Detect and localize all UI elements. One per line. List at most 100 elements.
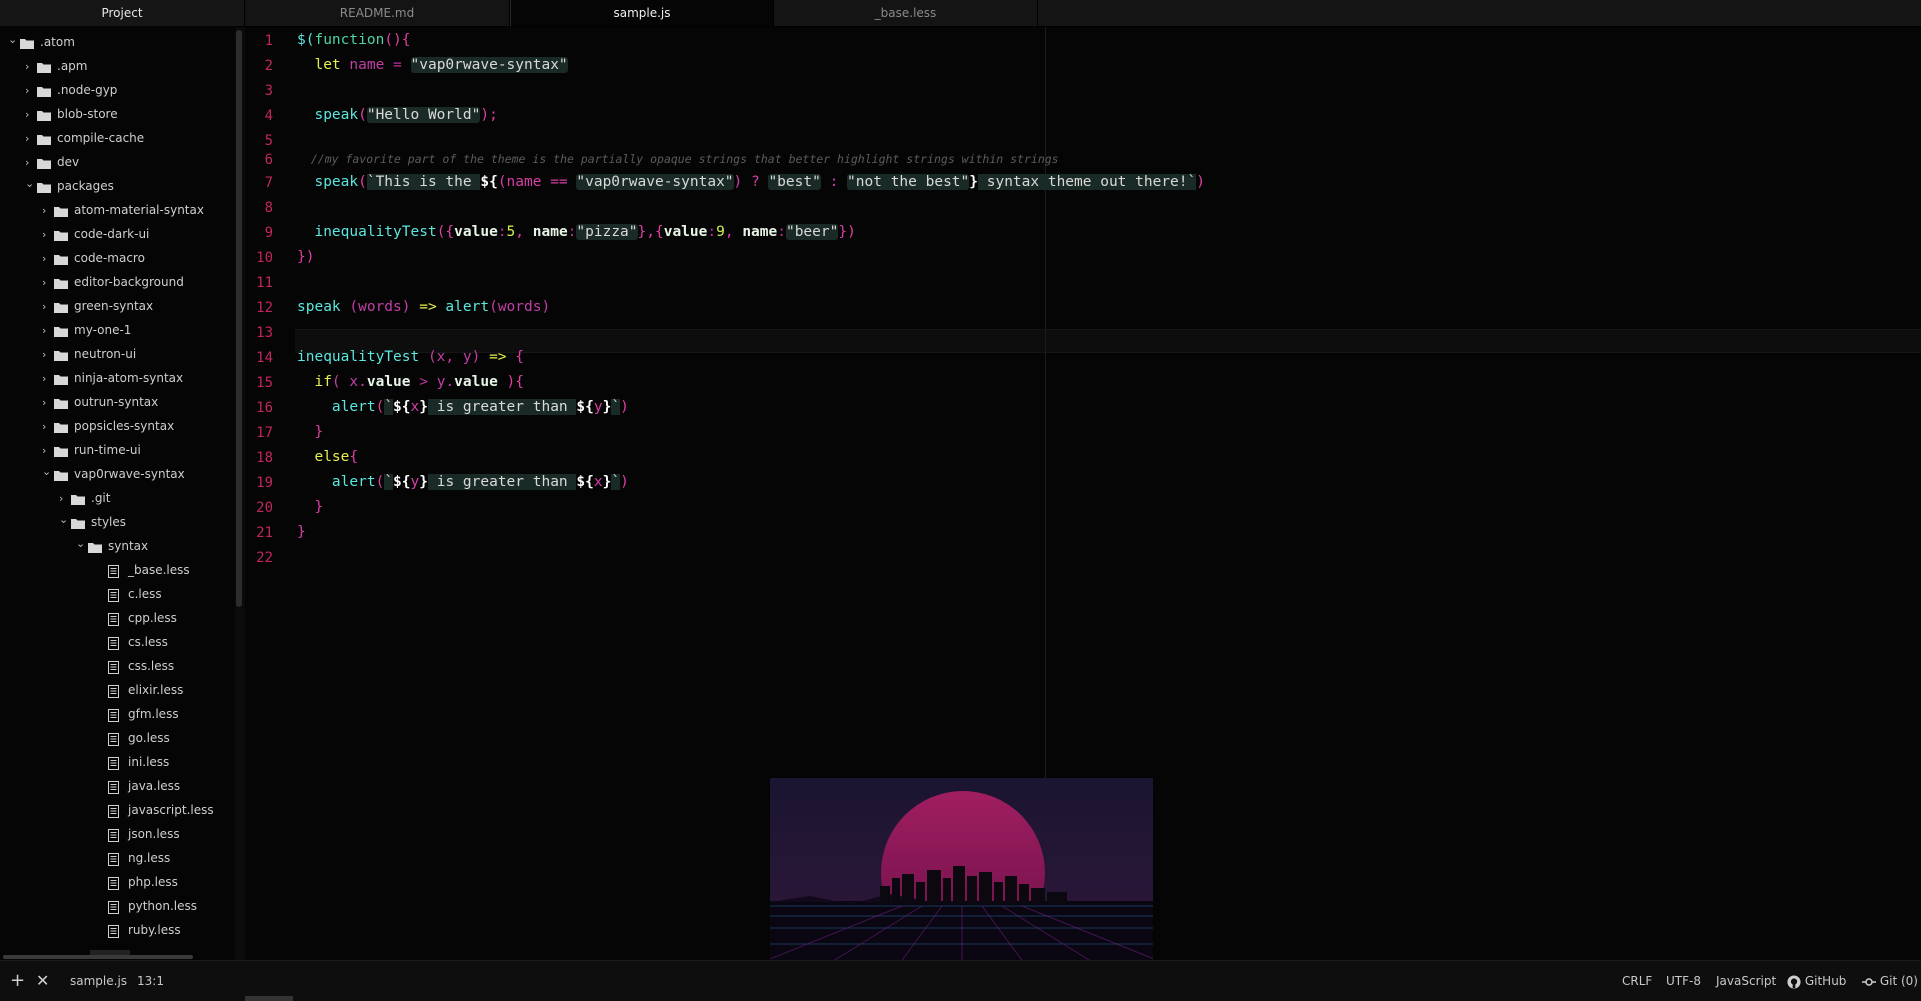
editor-scrollbar-horizontal[interactable]	[245, 996, 293, 1001]
tree-scrollbar-horizontal[interactable]	[3, 955, 193, 959]
tree-item-label: c.less	[128, 587, 162, 601]
line-number: 7	[264, 175, 273, 191]
code-token: }	[419, 399, 428, 415]
folder-icon	[71, 487, 91, 511]
code-token: (	[375, 474, 385, 490]
tree-file[interactable]: cs.less	[108, 630, 168, 654]
tree-file[interactable]: json.less	[108, 822, 180, 846]
tree-folder[interactable]: › code-dark-ui	[42, 222, 149, 246]
tree-file[interactable]: cpp.less	[108, 606, 177, 630]
tree-folder[interactable]: › code-macro	[42, 246, 145, 270]
code-token: (	[375, 399, 385, 415]
code-token: "not the best"	[847, 174, 970, 190]
code-token: })	[297, 249, 315, 265]
tree-folder[interactable]: ⌄ packages	[25, 174, 114, 198]
tree-item-label: compile-cache	[57, 131, 145, 145]
tree-folder[interactable]: › green-syntax	[42, 294, 153, 318]
status-git[interactable]: Git (0)	[1862, 961, 1918, 1001]
code-token: alert	[297, 399, 376, 415]
code-token: (words)	[489, 299, 551, 315]
status-file-name[interactable]: sample.js	[70, 961, 127, 1001]
tree-item-label: java.less	[128, 779, 181, 793]
tree-folder[interactable]: › popsicles-syntax	[42, 414, 174, 438]
tree-folder[interactable]: ⌄ styles	[59, 510, 126, 534]
tree-file[interactable]: css.less	[108, 654, 174, 678]
tree-folder[interactable]: › dev	[25, 150, 79, 174]
tree-item-label: elixir.less	[128, 683, 184, 697]
status-encoding[interactable]: UTF-8	[1666, 961, 1701, 1001]
code-line: //my favorite part of the theme is the p…	[297, 149, 1059, 169]
tree-folder[interactable]: ⌄ .atom	[8, 30, 75, 54]
code-token: ${	[576, 474, 594, 490]
code-token: "Hello World"	[366, 107, 481, 123]
tree-item-label: ruby.less	[128, 923, 181, 937]
code-token: function	[314, 32, 385, 48]
line-number: 22	[256, 550, 273, 566]
tree-file[interactable]: javascript.less	[108, 798, 214, 822]
code-token: );	[480, 107, 498, 123]
tree-file[interactable]: elixir.less	[108, 678, 183, 702]
tree-file[interactable]: gfm.less	[108, 702, 179, 726]
tree-folder[interactable]: › .git	[59, 486, 110, 510]
code-token: inequalityTest	[297, 224, 437, 240]
tree-item-label: my-one-1	[74, 323, 132, 337]
file-text-icon	[108, 751, 128, 775]
tree-folder[interactable]: ⌄ syntax	[76, 534, 148, 558]
close-icon[interactable]: ✕	[36, 961, 49, 1001]
status-cursor-position[interactable]: 13:1	[137, 961, 164, 1001]
tree-folder[interactable]: › blob-store	[25, 102, 118, 126]
code-line: speak(`This is the ${(name == "vap0rwave…	[297, 172, 1205, 192]
chevron-right-icon: ›	[42, 252, 47, 265]
code-token: `	[611, 399, 621, 415]
tab-base-less[interactable]: _base.less	[774, 0, 1038, 26]
status-line-ending[interactable]: CRLF	[1622, 961, 1652, 1001]
chevron-down-icon: ⌄	[25, 177, 35, 190]
tree-file[interactable]: ini.less	[108, 750, 169, 774]
code-token: }	[297, 499, 324, 515]
tree-file[interactable]: _base.less	[108, 558, 190, 582]
code-token: },{	[637, 224, 664, 240]
git-commit-icon	[1862, 977, 1876, 986]
tree-folder[interactable]: › editor-background	[42, 270, 184, 294]
status-github[interactable]: GitHub	[1787, 961, 1846, 1001]
tree-scrollbar-vertical[interactable]	[236, 30, 242, 607]
tree-folder[interactable]: › run-time-ui	[42, 438, 141, 462]
code-token: speak	[297, 107, 359, 123]
file-text-icon	[108, 631, 128, 655]
code-token: ${	[480, 174, 498, 190]
tree-file[interactable]: go.less	[108, 726, 170, 750]
file-text-icon	[108, 727, 128, 751]
tree-folder[interactable]: › .node-gyp	[25, 78, 117, 102]
tree-file[interactable]: java.less	[108, 774, 180, 798]
tree-folder[interactable]: › my-one-1	[42, 318, 131, 342]
tree-folder[interactable]: › neutron-ui	[42, 342, 136, 366]
status-grammar[interactable]: JavaScript	[1716, 961, 1776, 1001]
code-token: alert	[297, 474, 376, 490]
folder-icon	[54, 223, 74, 247]
tree-item-label: syntax	[108, 539, 149, 553]
code-token: ({	[436, 224, 455, 240]
tab-project[interactable]: Project	[0, 0, 245, 26]
tab-readme[interactable]: README.md	[245, 0, 510, 26]
tree-folder[interactable]: › ninja-atom-syntax	[42, 366, 183, 390]
tree-file[interactable]: ruby.less	[108, 918, 181, 942]
code-token: "vap0rwave-syntax"	[576, 174, 734, 190]
tree-folder[interactable]: ⌄ vap0rwave-syntax	[42, 462, 185, 486]
file-text-icon	[108, 799, 128, 823]
code-token: ${	[393, 474, 411, 490]
tree-file[interactable]: python.less	[108, 894, 197, 918]
folder-icon	[37, 127, 57, 151]
tree-file[interactable]: php.less	[108, 870, 178, 894]
file-text-icon	[108, 583, 128, 607]
tab-sample-js[interactable]: sample.js	[510, 0, 774, 26]
plus-icon[interactable]: +	[10, 961, 25, 1001]
tree-folder[interactable]: › compile-cache	[25, 126, 144, 150]
tree-file[interactable]: c.less	[108, 582, 162, 606]
tree-folder[interactable]: › outrun-syntax	[42, 390, 158, 414]
tree-folder[interactable]: › .apm	[25, 54, 87, 78]
tree-file[interactable]: ng.less	[108, 846, 170, 870]
tree-folder[interactable]: › atom-material-syntax	[42, 198, 204, 222]
tree-item-label: .atom	[40, 35, 75, 49]
tree-item-label: ninja-atom-syntax	[74, 371, 184, 385]
code-line: else{	[297, 447, 358, 467]
